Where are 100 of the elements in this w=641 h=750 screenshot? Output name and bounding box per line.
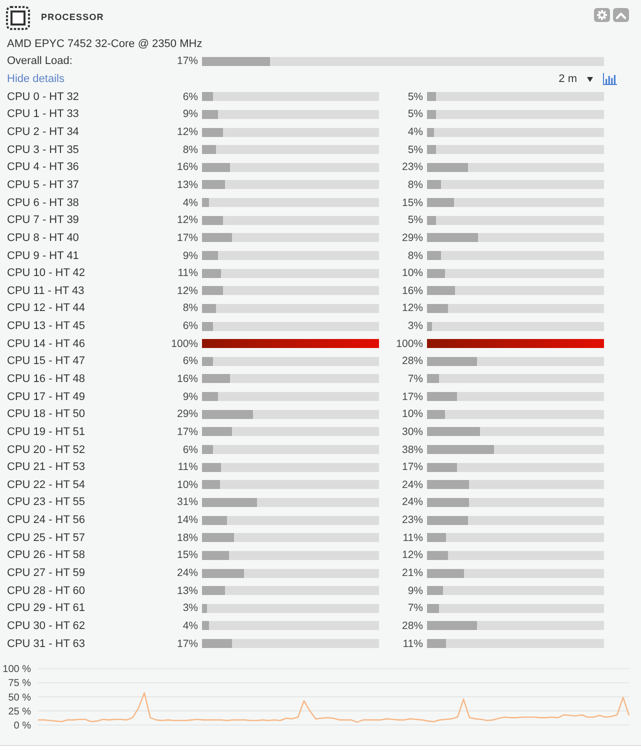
load-percentage: 12%	[402, 302, 423, 314]
load-percentage: 16%	[402, 284, 423, 297]
load-percentage: 11%	[178, 461, 198, 474]
load-percentage: 30%	[402, 426, 423, 438]
load-percentage: 12%	[176, 284, 198, 297]
load-percentage: 9%	[182, 108, 198, 120]
cpu-core-label: CPU 29 - HT 61	[7, 602, 86, 614]
load-percentage: 3%	[182, 602, 198, 614]
gear-icon	[597, 10, 607, 20]
load-percentage: 28%	[402, 355, 423, 368]
load-percentage: 11%	[402, 532, 423, 544]
load-percentage: 17%	[176, 55, 198, 68]
load-percentage: 6%	[182, 355, 198, 368]
load-percentage: 29%	[176, 408, 198, 420]
y-axis-label: 50 %	[8, 692, 31, 704]
chart-view-button[interactable]	[603, 73, 617, 86]
overall-load-label: Overall Load:	[7, 55, 74, 68]
load-percentage: 9%	[182, 390, 198, 403]
load-percentage: 10%	[402, 408, 423, 420]
load-percentage: 6%	[182, 90, 198, 103]
cpu-core-label: CPU 17 - HT 49	[7, 390, 86, 403]
load-percentage: 11%	[402, 638, 423, 650]
cpu-core-label: CPU 28 - HT 60	[7, 584, 86, 597]
cpu-core-label: CPU 1 - HT 33	[7, 108, 80, 120]
y-axis-label: 0 %	[14, 720, 31, 732]
cpu-core-label: CPU 4 - HT 36	[7, 161, 80, 174]
cpu-core-label: CPU 27 - HT 59	[7, 567, 86, 580]
load-percentage: 7%	[408, 602, 423, 614]
load-percentage: 10%	[176, 478, 198, 491]
cpu-core-label: CPU 6 - HT 38	[7, 196, 80, 209]
load-percentage: 24%	[402, 478, 423, 491]
load-percentage: 100%	[396, 338, 423, 350]
cpu-core-label: CPU 14 - HT 46	[7, 338, 86, 350]
load-percentage: 5%	[408, 214, 423, 226]
load-percentage: 3%	[408, 320, 423, 332]
load-percentage: 12%	[176, 214, 198, 226]
load-percentage: 21%	[402, 567, 423, 580]
load-percentage: 12%	[402, 549, 423, 562]
load-percentage: 24%	[402, 496, 423, 508]
load-percentage: 14%	[176, 514, 198, 526]
collapse-button[interactable]	[613, 8, 629, 22]
load-percentage: 38%	[402, 444, 423, 456]
cpu-core-label: CPU 25 - HT 57	[7, 532, 86, 544]
hide-details-link[interactable]: Hide details	[7, 73, 64, 86]
cpu-core-label: CPU 20 - HT 52	[7, 444, 86, 456]
cpu-core-label: CPU 12 - HT 44	[7, 302, 86, 314]
load-percentage: 17%	[176, 638, 198, 650]
load-percentage: 17%	[176, 426, 198, 438]
load-percentage: 23%	[402, 514, 423, 526]
load-percentage: 24%	[176, 567, 198, 580]
y-axis-label: 75 %	[8, 678, 31, 690]
load-percentage: 17%	[402, 390, 423, 403]
load-percentage: 7%	[408, 372, 423, 385]
cpu-core-label: CPU 9 - HT 41	[7, 250, 80, 262]
cpu-core-label: CPU 23 - HT 55	[7, 496, 86, 508]
cpu-core-label: CPU 18 - HT 50	[7, 408, 86, 420]
load-percentage: 17%	[176, 232, 198, 244]
cpu-core-label: CPU 2 - HT 34	[7, 126, 80, 138]
cpu-core-label: CPU 11 - HT 43	[7, 284, 86, 297]
cpu-core-label: CPU 21 - HT 53	[7, 461, 86, 474]
cpu-core-label: CPU 13 - HT 45	[7, 320, 86, 332]
bar-chart-icon	[603, 73, 617, 86]
load-percentage: 5%	[408, 108, 423, 120]
load-percentage: 16%	[176, 372, 198, 385]
cpu-core-label: CPU 24 - HT 56	[7, 514, 86, 526]
time-range-dropdown[interactable]: 2 m	[558, 73, 593, 86]
load-percentage: 4%	[408, 126, 423, 138]
load-percentage: 18%	[176, 532, 198, 544]
load-percentage: 8%	[182, 302, 198, 314]
load-percentage: 4%	[182, 620, 198, 632]
y-axis-label: 25 %	[8, 706, 31, 718]
load-percentage: 13%	[176, 178, 198, 191]
cpu-core-label: CPU 31 - HT 63	[7, 638, 86, 650]
cpu-core-label: CPU 10 - HT 42	[7, 267, 86, 280]
load-percentage: 11%	[178, 267, 198, 280]
load-percentage: 8%	[408, 250, 423, 262]
load-percentage: 13%	[176, 584, 198, 597]
load-percentage: 28%	[402, 620, 423, 632]
settings-button[interactable]	[594, 8, 610, 22]
cpu-core-label: CPU 19 - HT 51	[7, 426, 86, 438]
y-axis-label: 100 %	[2, 664, 31, 676]
cpu-core-label: CPU 16 - HT 48	[7, 372, 86, 385]
load-percentage: 6%	[182, 444, 198, 456]
load-percentage: 8%	[408, 178, 423, 191]
cpu-core-label: CPU 26 - HT 58	[7, 549, 86, 562]
load-percentage: 100%	[171, 338, 198, 350]
cpu-core-label: CPU 5 - HT 37	[7, 178, 80, 191]
load-percentage: 9%	[182, 250, 198, 262]
load-percentage: 12%	[176, 126, 198, 138]
load-percentage: 15%	[402, 196, 423, 209]
load-percentage: 16%	[176, 161, 198, 174]
load-percentage: 31%	[176, 496, 198, 508]
load-percentage: 29%	[402, 232, 423, 244]
caret-up-icon	[616, 12, 626, 18]
chip-icon	[6, 6, 30, 30]
cpu-core-label: CPU 15 - HT 47	[7, 355, 86, 368]
cpu-core-label: CPU 7 - HT 39	[7, 214, 80, 226]
load-percentage: 9%	[408, 584, 423, 597]
panel-title: PROCESSOR	[41, 12, 104, 22]
cpu-core-label: CPU 3 - HT 35	[7, 144, 80, 156]
